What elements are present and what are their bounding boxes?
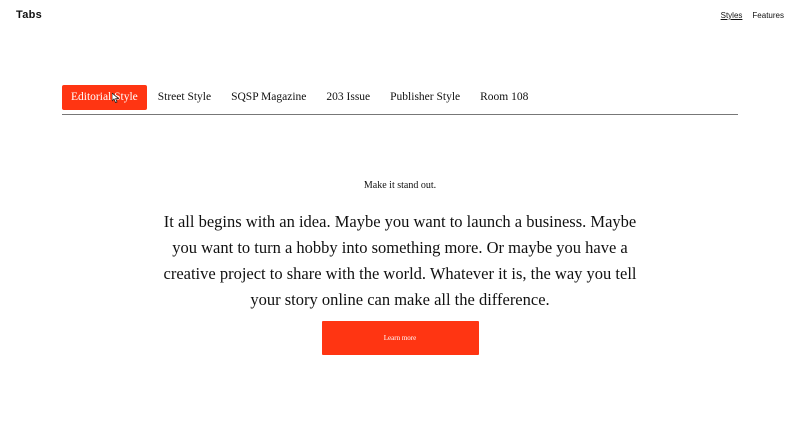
panel-kicker: Make it stand out. [363, 180, 437, 191]
header: Tabs Styles Features [0, 0, 800, 32]
tab-sqsp-magazine[interactable]: SQSP Magazine [222, 85, 315, 110]
tab-publisher-style[interactable]: Publisher Style [381, 85, 469, 110]
tab-room-108[interactable]: Room 108 [471, 85, 537, 110]
tab-divider [62, 114, 738, 115]
tab-list: Editorial Style Street Style SQSP Magazi… [62, 85, 738, 110]
tab-street-style[interactable]: Street Style [149, 85, 220, 110]
nav-link-styles[interactable]: Styles [721, 11, 743, 20]
tab-editorial-style[interactable]: Editorial Style [62, 85, 147, 110]
mouse-pointer-icon [111, 92, 120, 103]
tab-panel: Make it stand out. It all begins with an… [0, 180, 800, 355]
learn-more-button[interactable]: Learn more [321, 321, 479, 355]
tab-203-issue[interactable]: 203 Issue [317, 85, 379, 110]
panel-body: It all begins with an idea. Maybe you wa… [163, 212, 637, 309]
site-title[interactable]: Tabs [16, 9, 42, 21]
tabs-container: Editorial Style Street Style SQSP Magazi… [62, 85, 738, 115]
nav-link-features[interactable]: Features [752, 11, 784, 20]
top-nav: Styles Features [721, 11, 784, 20]
